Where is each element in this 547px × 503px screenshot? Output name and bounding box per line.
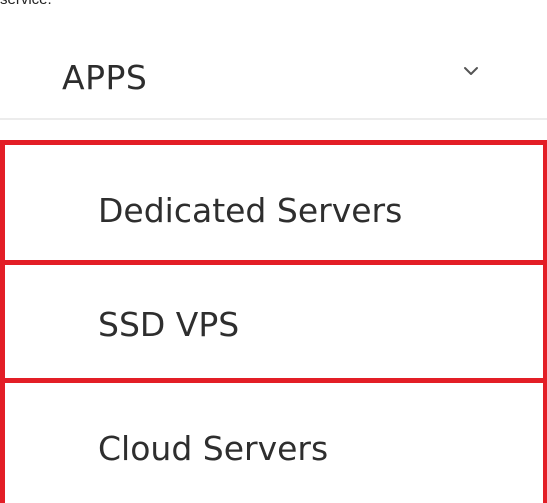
menu-item-label: SSD VPS (98, 305, 240, 344)
menu-item-label: Dedicated Servers (98, 191, 403, 230)
apps-menu-header[interactable]: APPS (0, 40, 547, 120)
previous-text-fragment: service. (0, 0, 52, 8)
menu-item-cloud-servers[interactable]: Cloud Servers (0, 378, 547, 503)
menu-item-dedicated-servers[interactable]: Dedicated Servers (0, 140, 547, 260)
chevron-down-icon[interactable] (460, 64, 482, 78)
menu-item-ssd-vps[interactable]: SSD VPS (0, 260, 547, 378)
apps-menu-label: APPS (62, 58, 148, 97)
menu-item-label: Cloud Servers (98, 429, 329, 468)
